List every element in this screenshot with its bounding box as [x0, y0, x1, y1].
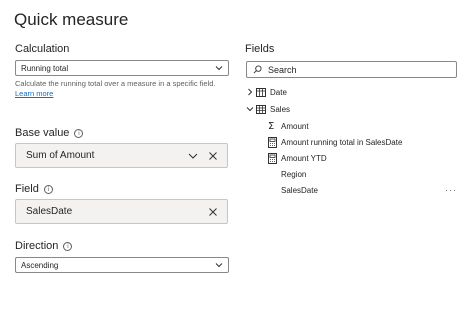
calculation-selected-value: Running total [21, 63, 69, 73]
learn-more-link[interactable]: Learn more [15, 89, 53, 98]
tree-field-label: Amount YTD [281, 153, 327, 163]
calculator-icon [268, 136, 277, 148]
direction-selected-value: Ascending [21, 260, 59, 270]
chevron-down-icon [246, 107, 254, 112]
info-icon[interactable]: i [43, 185, 53, 194]
dialog-title: Quick measure [14, 10, 129, 29]
search-placeholder: Search [268, 64, 297, 75]
field-label-text: Field [15, 183, 39, 195]
base-value-label-text: Base value [15, 127, 70, 139]
calculation-select[interactable]: Running total [15, 60, 229, 76]
direction-label-text: Direction [15, 240, 59, 252]
fields-label: Fields [245, 43, 275, 55]
fields-search[interactable]: Search [246, 61, 457, 78]
tree-field-salesdate[interactable]: SalesDate ··· [281, 183, 457, 197]
more-options-icon[interactable]: ··· [445, 185, 457, 195]
date-table-icon [256, 87, 266, 97]
field-well[interactable]: SalesDate [15, 199, 228, 224]
tree-table-date[interactable]: Date [246, 85, 287, 99]
search-icon [253, 65, 262, 74]
direction-select[interactable]: Ascending [15, 257, 229, 273]
tree-field-label: Amount running total in SalesDate [281, 137, 403, 147]
field-label: Field i [15, 183, 53, 195]
calculation-label: Calculation [15, 43, 70, 55]
tree-table-label: Sales [270, 104, 291, 114]
base-value-well[interactable]: Sum of Amount [15, 143, 228, 168]
close-icon[interactable] [208, 151, 218, 161]
sigma-icon: Σ [268, 120, 275, 132]
tree-table-label: Date [270, 87, 287, 97]
chevron-down-icon[interactable] [188, 151, 198, 161]
tree-table-sales[interactable]: Sales [246, 102, 290, 116]
base-value-text: Sum of Amount [26, 150, 95, 161]
tree-field-amount-ytd[interactable]: Amount YTD [268, 151, 327, 165]
calculation-description: Calculate the running total over a measu… [15, 79, 230, 99]
tree-field-label: Amount [281, 121, 309, 131]
direction-label: Direction i [15, 240, 73, 252]
calculator-icon [268, 152, 277, 164]
base-value-label: Base value i [15, 127, 84, 139]
chevron-down-icon [215, 66, 223, 71]
field-value-text: SalesDate [26, 206, 73, 217]
tree-field-amount-running-total[interactable]: Amount running total in SalesDate [268, 135, 402, 149]
chevron-right-icon [248, 88, 253, 96]
table-icon [256, 104, 266, 114]
chevron-down-icon [215, 263, 223, 268]
tree-field-label: Region [281, 169, 307, 179]
tree-field-region[interactable]: Region [281, 167, 306, 181]
info-icon[interactable]: i [74, 129, 84, 138]
tree-field-amount[interactable]: Σ Amount [268, 119, 309, 133]
info-icon[interactable]: i [63, 242, 73, 251]
calculation-description-text: Calculate the running total over a measu… [15, 79, 216, 88]
close-icon[interactable] [208, 207, 218, 217]
tree-field-label: SalesDate [281, 185, 318, 195]
